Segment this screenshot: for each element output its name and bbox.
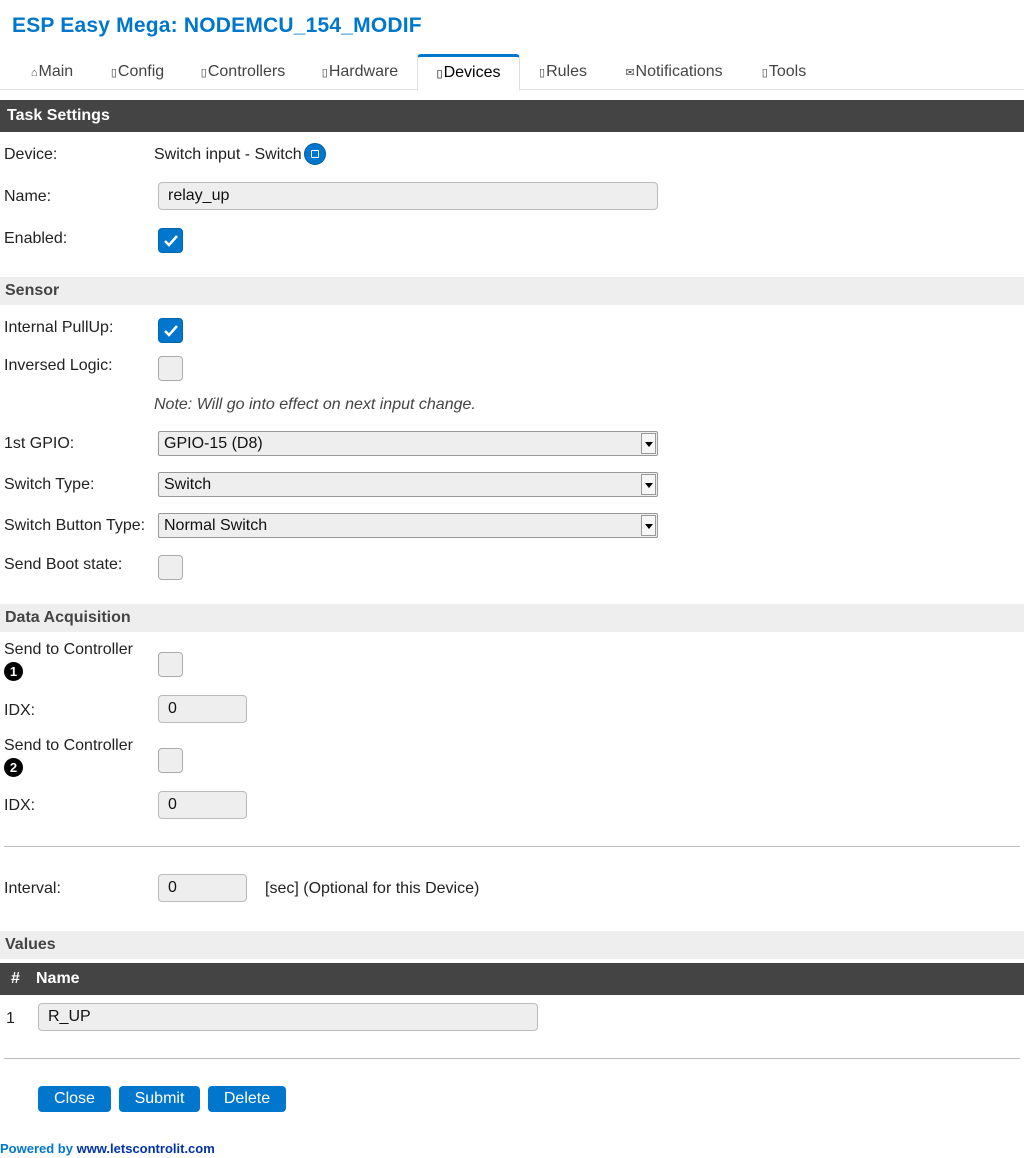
internal-pullup-label: Internal PullUp: [4,319,114,336]
tab-hardware[interactable]: ▯Hardware [312,54,408,90]
main-menu: ⌂Main ▯Config ▯Controllers ▯Hardware ▯De… [0,54,1024,91]
dropdown-arrow-icon [641,474,656,495]
close-button[interactable]: Close [38,1086,111,1112]
inversed-logic-label: Inversed Logic: [4,357,113,374]
interval-label: Interval: [4,880,61,897]
tab-main[interactable]: ⌂Main [22,54,82,90]
switch-button-type-selected-value: Normal Switch [164,517,268,534]
send-to-controller-label: Send to Controller [4,737,133,754]
footer-prefix: Powered by [0,1141,77,1156]
inversed-logic-checkbox[interactable] [158,356,183,381]
enabled-label: Enabled: [4,230,68,247]
tab-label: Main [38,63,74,80]
tools-icon: ▯ [761,67,768,79]
check-icon [164,235,178,247]
home-icon: ⌂ [30,67,38,79]
envelope-icon: ✉ [625,67,635,79]
controller-number-badge: 1 [4,662,23,681]
tab-label: Hardware [328,63,399,80]
footer: Powered by www.letscontrolit.com [0,1141,215,1156]
tab-label: Tools [768,63,807,80]
tab-label: Devices [443,64,501,81]
idx-label: IDX: [4,702,36,719]
tab-label: Rules [546,63,587,80]
switch-type-select[interactable]: Switch [158,472,658,497]
delete-button[interactable]: Delete [208,1086,286,1112]
dropdown-arrow-icon [641,433,656,454]
internal-pullup-checkbox[interactable] [158,318,183,343]
controllers-icon: ▯ [200,67,207,79]
footer-link[interactable]: www.letscontrolit.com [77,1141,215,1156]
tab-config[interactable]: ▯Config [100,54,175,90]
tab-label: Notifications [635,63,723,80]
value-row-number: 1 [6,1010,15,1027]
send-boot-state-label: Send Boot state: [4,556,123,573]
col-name-header: Name [36,970,80,987]
config-icon: ▯ [110,67,117,79]
app-title: ESP Easy Mega: NODEMCU_154_MODIF [12,14,422,37]
hardware-icon: ▯ [321,67,328,79]
rules-icon: ▯ [539,67,546,79]
device-label: Device: [4,146,58,163]
submit-button[interactable]: Submit [119,1086,200,1112]
values-table-header: # Name [0,963,1024,995]
switch-button-type-select[interactable]: Normal Switch [158,513,658,538]
divider [4,846,1020,847]
enabled-checkbox[interactable] [158,228,183,253]
name-input[interactable] [158,182,658,210]
dropdown-arrow-icon [641,515,656,536]
tab-label: Controllers [207,63,286,80]
sensor-header: Sensor [0,277,1024,305]
tab-tools[interactable]: ▯Tools [750,54,818,90]
switch-button-type-label: Switch Button Type: [4,517,146,534]
col-num-header: # [11,970,20,987]
idx-2-input[interactable] [158,791,247,819]
tab-notifications[interactable]: ✉Notifications [613,54,735,90]
switch-type-selected-value: Switch [164,476,212,493]
tab-controllers[interactable]: ▯Controllers [192,54,294,90]
divider [4,1058,1020,1059]
tab-devices[interactable]: ▯Devices [417,54,520,91]
tab-label: Config [117,63,165,80]
gpio-select[interactable]: GPIO-15 (D8) [158,431,658,456]
device-value: Switch input - Switch [154,146,302,163]
send-to-controller-label: Send to Controller [4,641,133,658]
controller-number-badge: 2 [4,758,23,777]
tab-rules[interactable]: ▯Rules [530,54,596,90]
idx-1-input[interactable] [158,695,247,723]
devices-icon: ▯ [436,68,443,80]
note-text: Note: Will go into effect on next input … [154,396,476,413]
idx-label: IDX: [4,797,36,814]
interval-hint: [sec] (Optional for this Device) [265,880,480,897]
check-icon [164,325,178,337]
task-settings-header: Task Settings [0,100,1024,132]
value-name-input[interactable] [38,1003,538,1031]
gpio-label: 1st GPIO: [4,435,75,452]
info-icon[interactable] [304,143,326,165]
switch-type-label: Switch Type: [4,476,95,493]
interval-input[interactable] [158,874,247,902]
name-label: Name: [4,188,52,205]
data-acquisition-header: Data Acquisition [0,604,1024,632]
send-to-controller-2-checkbox[interactable] [158,748,183,773]
send-boot-state-checkbox[interactable] [158,555,183,580]
values-header: Values [0,931,1024,959]
gpio-selected-value: GPIO-15 (D8) [164,435,263,452]
send-to-controller-1-checkbox[interactable] [158,652,183,677]
